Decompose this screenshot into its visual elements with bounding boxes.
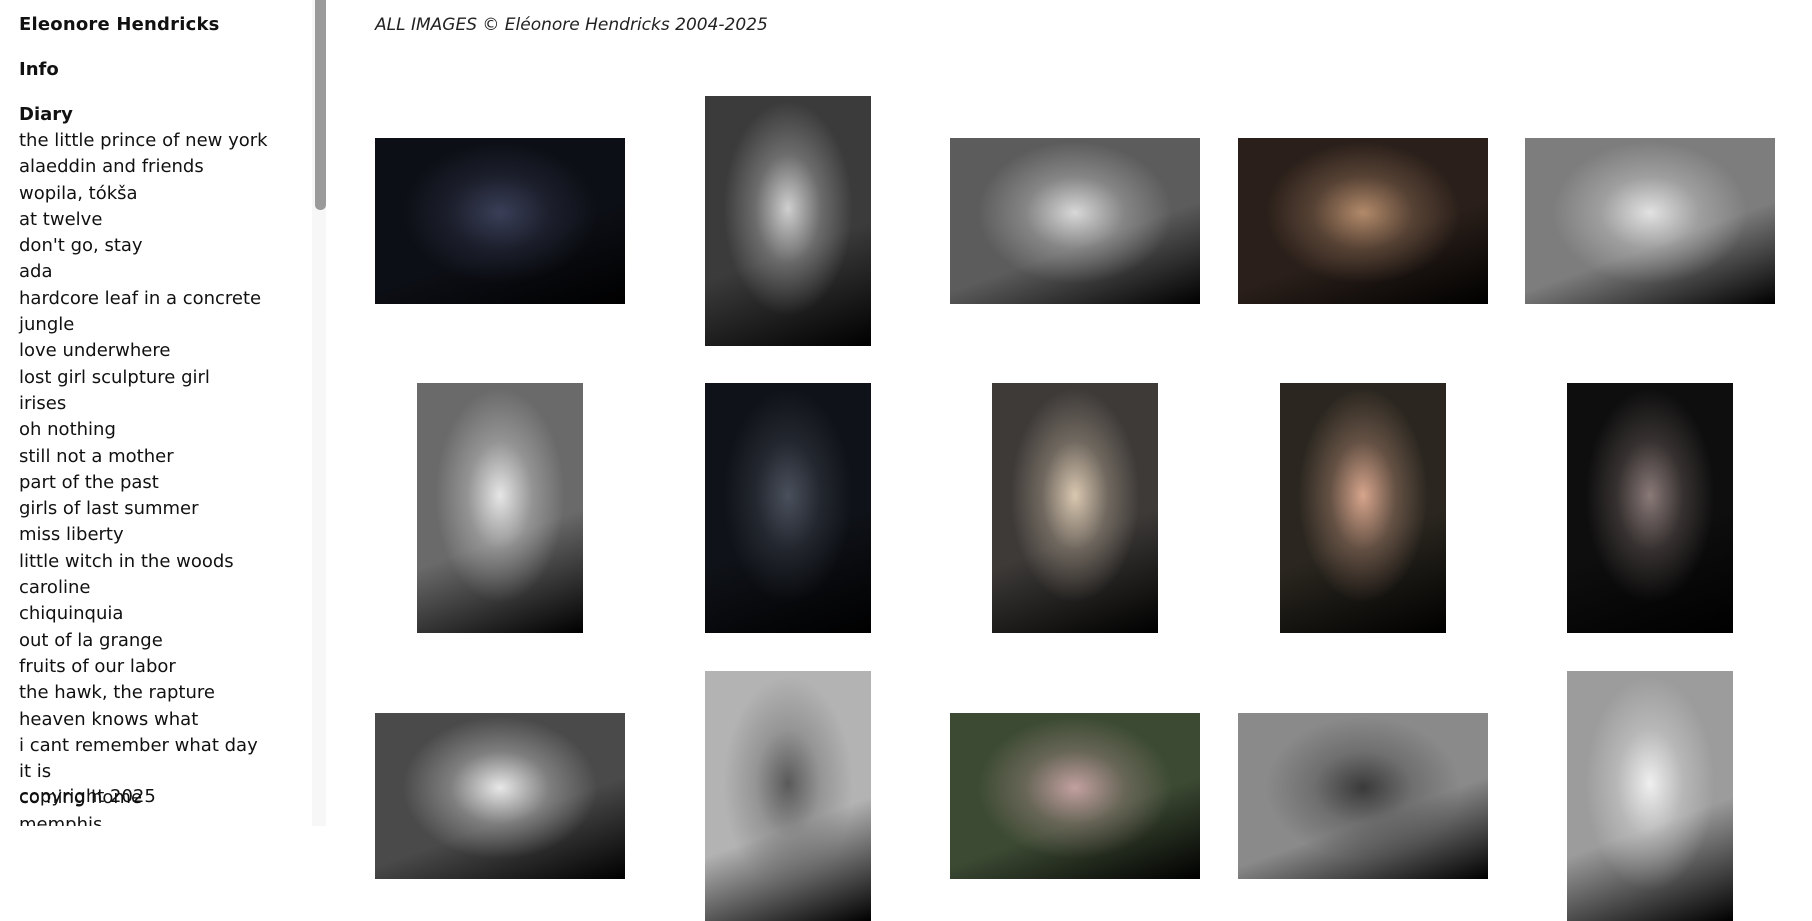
diary-entry-link[interactable]: wopila, tókša — [19, 181, 269, 207]
diary-entry-link[interactable]: caroline — [19, 575, 269, 601]
diary-entry-link[interactable]: memphis — [19, 812, 269, 826]
diary-entry-link[interactable]: the hawk, the rapture — [19, 680, 269, 706]
diary-entry-link[interactable]: little witch in the woods — [19, 549, 269, 575]
photo-night-street-boy[interactable] — [375, 138, 625, 304]
info-link[interactable]: Info — [19, 59, 59, 80]
copyright-text: copyright 2025 — [19, 786, 156, 807]
photo-stoop-group-night[interactable] — [1238, 138, 1488, 304]
diary-entry-link[interactable]: alaeddin and friends — [19, 154, 269, 180]
diary-entry-link[interactable]: i cant remember what day it is — [19, 733, 269, 786]
photo-boy-leaning-window[interactable] — [705, 96, 871, 346]
site-title-link[interactable]: Eleonore Hendricks — [19, 14, 220, 35]
photo-bw-boy-car[interactable] — [375, 713, 625, 879]
diary-entry-link[interactable]: at twelve — [19, 207, 269, 233]
diary-entry-link[interactable]: the little prince of new york — [19, 128, 269, 154]
diary-entry-link[interactable]: oh nothing — [19, 417, 269, 443]
diary-list: the little prince of new york alaeddin an… — [19, 128, 269, 826]
diary-entry-link[interactable]: still not a mother — [19, 444, 269, 470]
photo-girl-car-window[interactable] — [992, 383, 1158, 633]
sidebar-scrollbar-thumb[interactable] — [315, 0, 326, 210]
photo-woman-street-night[interactable] — [1280, 383, 1446, 633]
diary-entry-link[interactable]: girls of last summer — [19, 496, 269, 522]
photo-kids-car-window[interactable] — [950, 713, 1200, 879]
diary-entry-link[interactable]: don't go, stay — [19, 233, 269, 259]
photo-dark-silhouette[interactable] — [1567, 383, 1733, 633]
diary-entry-link[interactable]: miss liberty — [19, 522, 269, 548]
photo-bw-boy-hoodie[interactable] — [1567, 671, 1733, 921]
photo-bw-shirtless-boy[interactable] — [417, 383, 583, 633]
diary-entry-link[interactable]: fruits of our labor — [19, 654, 269, 680]
diary-entry-link[interactable]: out of la grange — [19, 628, 269, 654]
photo-bw-girl-wall[interactable] — [705, 671, 871, 921]
photo-night-girl-walking[interactable] — [705, 383, 871, 633]
diary-entry-link[interactable]: love underwhere — [19, 338, 269, 364]
diary-entry-link[interactable]: chiquinquia — [19, 601, 269, 627]
diary-heading[interactable]: Diary — [19, 104, 73, 125]
diary-entry-link[interactable]: hardcore leaf in a concrete jungle — [19, 286, 269, 339]
sidebar: Eleonore Hendricks Info Diary the little… — [0, 0, 312, 826]
photo-bw-boy-apartment[interactable] — [1525, 138, 1775, 304]
rights-notice: ALL IMAGES © Eléonore Hendricks 2004-202… — [375, 15, 768, 35]
diary-entry-link[interactable]: lost girl sculpture girl — [19, 365, 269, 391]
diary-entry-link[interactable]: part of the past — [19, 470, 269, 496]
photo-bw-room-man[interactable] — [950, 138, 1200, 304]
diary-entry-link[interactable]: ada — [19, 259, 269, 285]
photo-bw-kids-house[interactable] — [1238, 713, 1488, 879]
diary-entry-link[interactable]: irises — [19, 391, 269, 417]
diary-entry-link[interactable]: heaven knows what — [19, 707, 269, 733]
